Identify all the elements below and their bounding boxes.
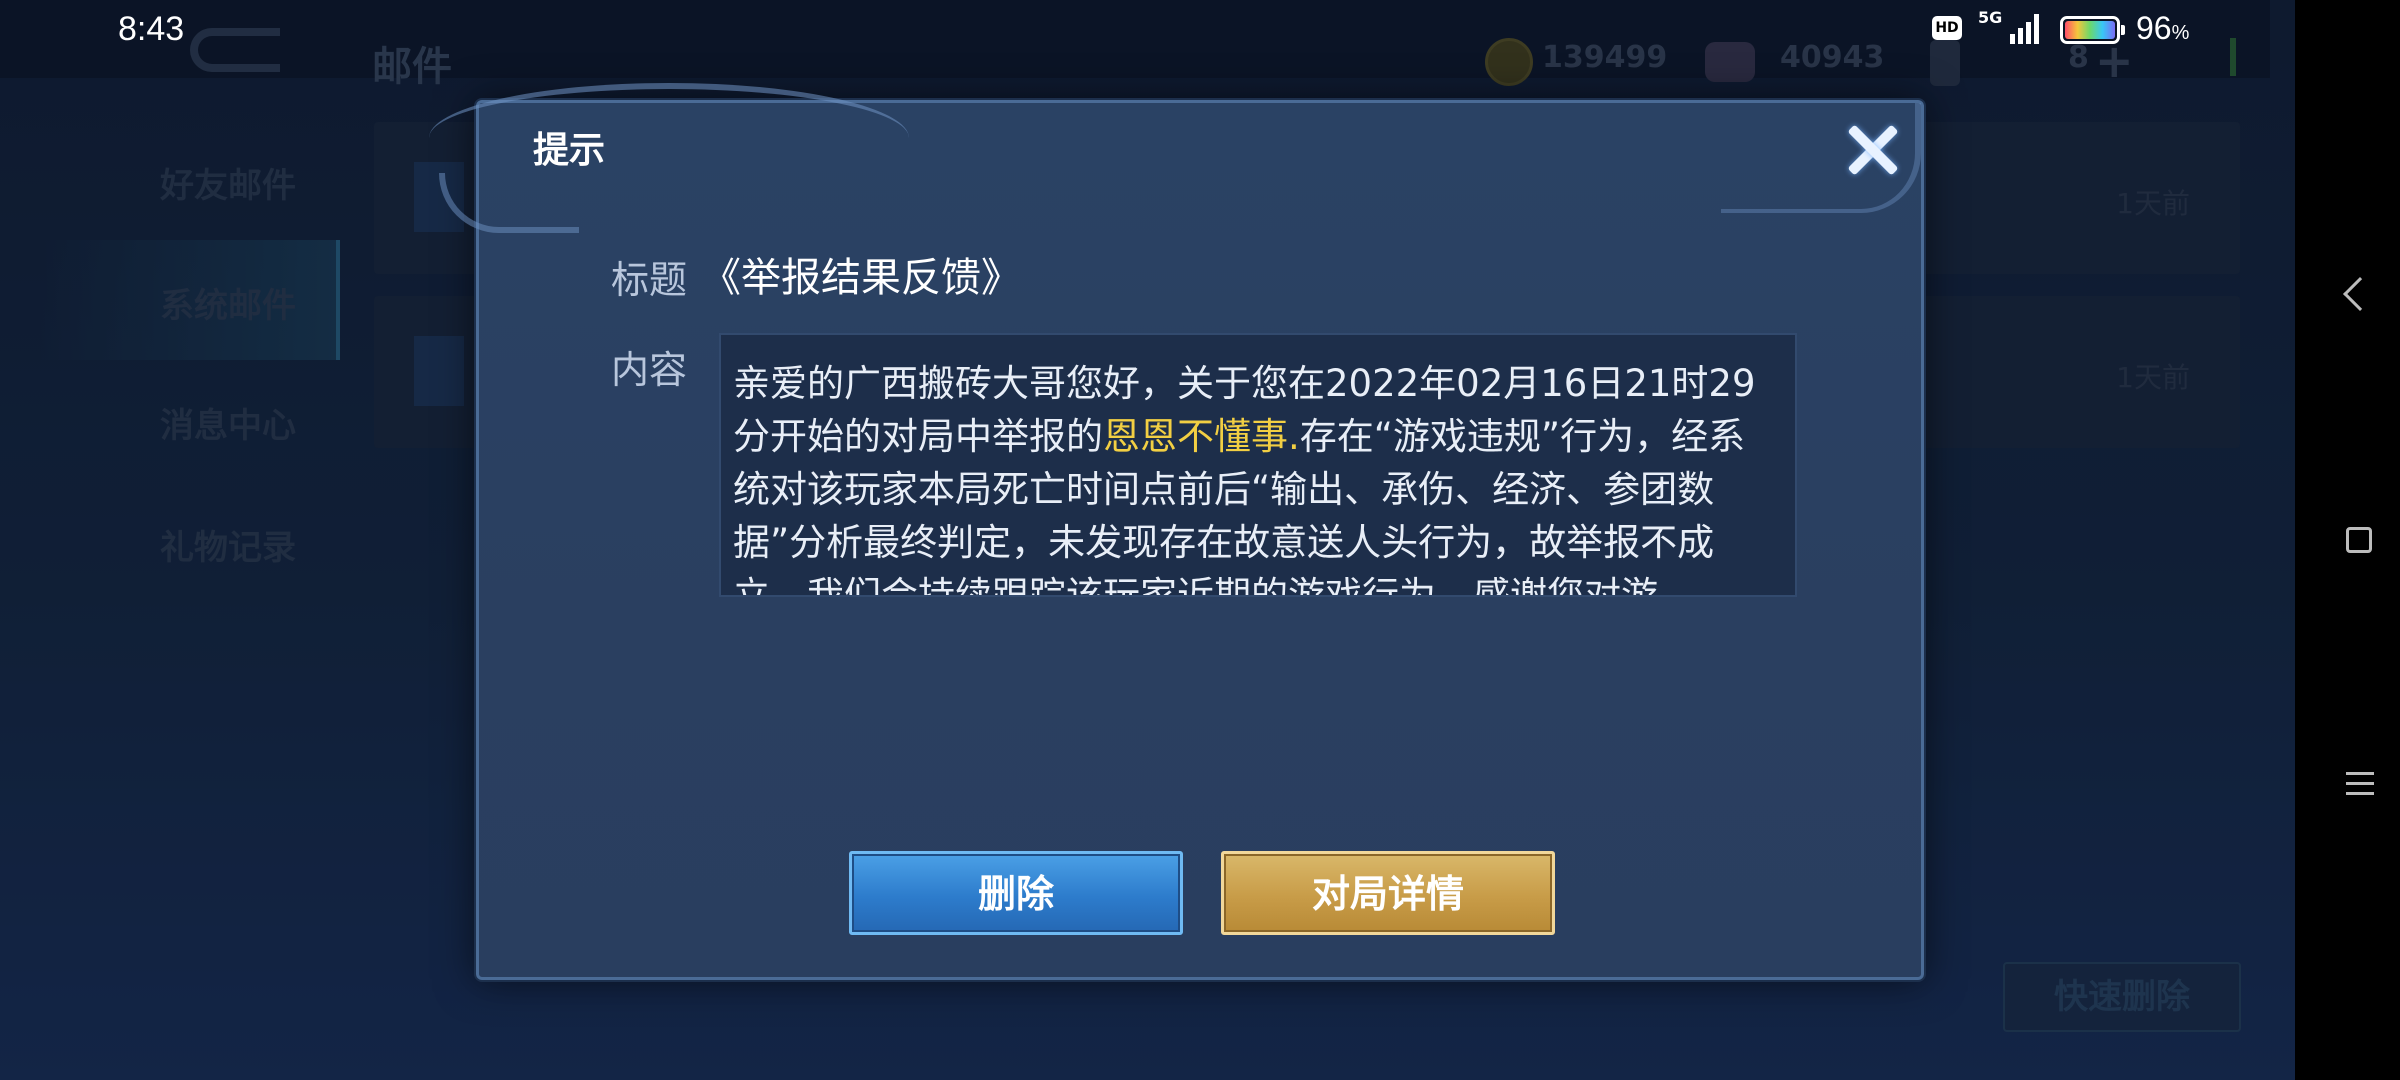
reported-player-name: 恩恩不懂事. xyxy=(1103,415,1300,458)
status-time: 8:43 xyxy=(118,10,185,48)
network-type: 5G xyxy=(1978,8,2003,27)
close-icon[interactable] xyxy=(1837,115,1907,185)
dialog-title: 提示 xyxy=(533,130,606,171)
mail-content-scroll[interactable]: 亲爱的广西搬砖大哥您好，关于您在2022年02月16日21时29分开始的对局中举… xyxy=(719,333,1797,597)
mail-content: 亲爱的广西搬砖大哥您好，关于您在2022年02月16日21时29分开始的对局中举… xyxy=(733,362,1756,597)
nav-home-icon[interactable] xyxy=(2346,527,2372,553)
battery-icon xyxy=(2060,16,2120,44)
content-label: 内容 xyxy=(611,348,688,392)
mail-subject: 《举报结果反馈》 xyxy=(701,255,1021,301)
match-details-button[interactable]: 对局详情 xyxy=(1221,851,1555,935)
battery-percent: 96% xyxy=(2136,10,2190,46)
hd-badge: HD xyxy=(1932,16,1962,40)
delete-button[interactable]: 删除 xyxy=(849,851,1183,935)
subject-label: 标题 xyxy=(611,258,688,302)
mail-dialog: 提示 标题 《举报结果反馈》 内容 亲爱的广西搬砖大哥您好，关于您在2022年0… xyxy=(429,83,1924,980)
nav-recents-icon[interactable] xyxy=(2346,772,2374,802)
